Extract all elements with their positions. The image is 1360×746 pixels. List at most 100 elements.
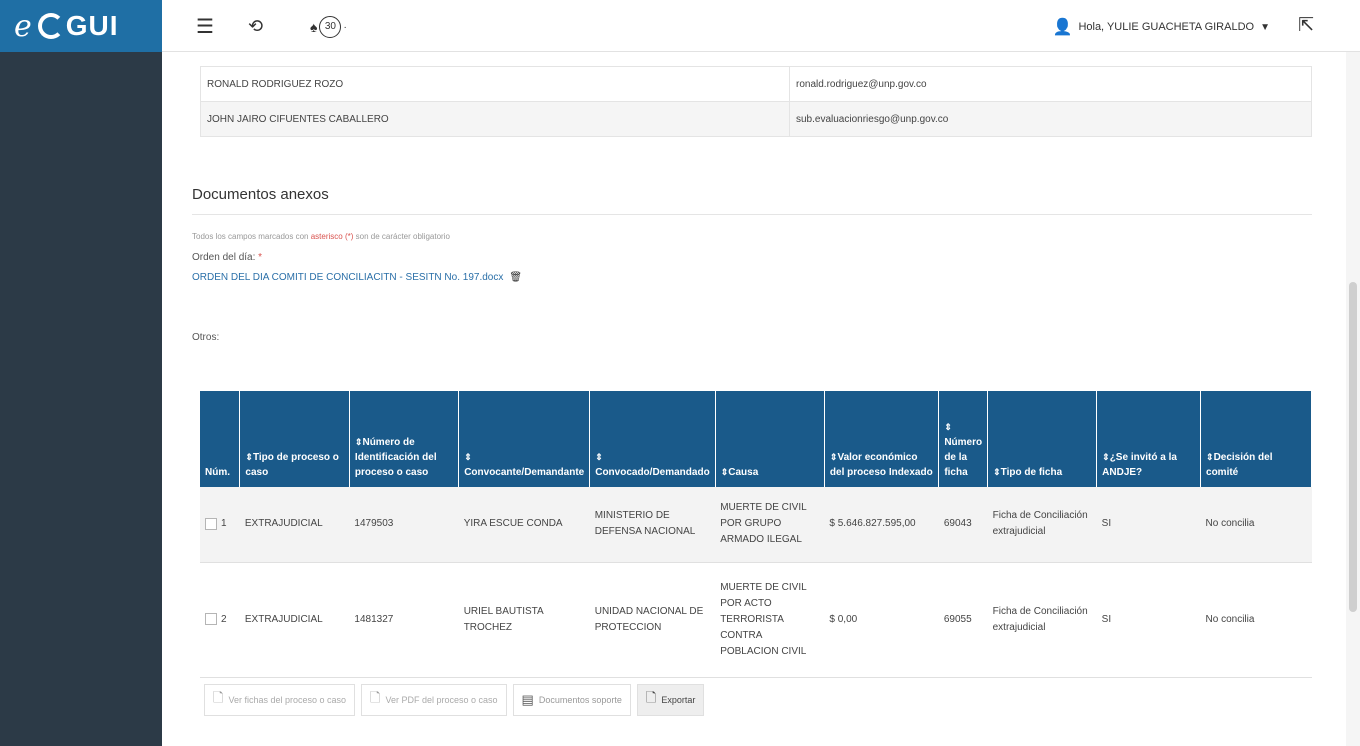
table-row[interactable]: 2 EXTRAJUDICIAL 1481327 URIEL BAUTISTA T…	[200, 562, 1312, 678]
cell-convocado: UNIDAD NACIONAL DE PROTECCION	[589, 562, 716, 678]
otros-label: Otros:	[192, 332, 220, 343]
sort-icon: ⇕	[595, 452, 603, 462]
cell-tipo-ficha: Ficha de Conciliación extrajudicial	[987, 562, 1097, 678]
header-label: ¿Se invitó a la ANDJE?	[1102, 452, 1177, 478]
refresh-icon[interactable]: ⟲	[248, 16, 263, 37]
cell-tipo: EXTRAJUDICIAL	[239, 562, 350, 678]
cell-tipo-ficha: Ficha de Conciliación extrajudicial	[987, 487, 1097, 563]
table-row: JOHN JAIRO CIFUENTES CABALLERO sub.evalu…	[200, 101, 1312, 137]
external-link-icon[interactable]: ⇱	[1298, 14, 1314, 37]
contact-email: sub.evaluacionriesgo@unp.gov.co	[789, 101, 1312, 137]
trash-icon[interactable]: 🗑	[509, 272, 522, 283]
chevron-down-icon: ·	[343, 21, 347, 33]
column-header-causa[interactable]: ⇕Causa	[715, 391, 825, 487]
user-menu[interactable]: 👤 Hola, YULIE GUACHETA GIRALDO ▼	[1053, 17, 1270, 37]
logo-prefix: e	[14, 8, 32, 44]
pdf-icon: 🗋	[370, 690, 381, 705]
logo-ring-icon	[37, 13, 64, 39]
label-text: Orden del día:	[192, 252, 256, 263]
contact-name: JOHN JAIRO CIFUENTES CABALLERO	[200, 101, 790, 137]
bell-icon: ♠	[310, 19, 318, 35]
cell-causa: MUERTE DE CIVIL POR GRUPO ARMADO ILEGAL	[715, 487, 825, 563]
column-header-tipo-ficha[interactable]: ⇕Tipo de ficha	[987, 391, 1098, 487]
table-row[interactable]: 1 EXTRAJUDICIAL 1479503 YIRA ESCUE CONDA…	[200, 487, 1312, 563]
section-title: Documentos anexos	[192, 186, 329, 203]
column-header-num: Núm.	[200, 391, 241, 487]
logo-name: GUI	[65, 10, 119, 41]
document-icon: 🗋	[213, 690, 224, 705]
scrollbar-thumb[interactable]	[1349, 282, 1357, 612]
row-num-cell: 1	[200, 487, 240, 563]
top-bar: ☰ ⟲ ♠ 30 · 👤 Hola, YULIE GUACHETA GIRALD…	[162, 0, 1360, 52]
column-header-valor[interactable]: ⇕Valor económico del proceso Indexado	[824, 391, 940, 487]
hamburger-menu-icon[interactable]: ☰	[196, 14, 214, 39]
button-label: Ver PDF del proceso o caso	[385, 695, 498, 705]
orden-del-dia-file: ORDEN DEL DIA COMITI DE CONCILIACITN - S…	[192, 272, 522, 283]
orden-del-dia-label: Orden del día: *	[192, 252, 262, 263]
button-label: Ver fichas del proceso o caso	[228, 695, 347, 705]
column-header-convocado[interactable]: ⇕ Convocado/Demandado	[589, 391, 716, 487]
column-header-numero-id[interactable]: ⇕Número de Identificación del proceso o …	[349, 391, 460, 487]
note-asterisk: asterisco (*)	[310, 232, 354, 241]
cell-convocante: YIRA ESCUE CONDA	[458, 487, 590, 563]
cell-ficha: 69055	[938, 562, 988, 678]
contact-name: RONALD RODRIGUEZ ROZO	[200, 66, 790, 102]
header-label: Tipo de ficha	[1000, 467, 1063, 478]
ver-pdf-button[interactable]: 🗋 Ver PDF del proceso o caso	[361, 684, 507, 716]
documentos-soporte-button[interactable]: ▤ Documentos soporte	[512, 684, 631, 716]
row-num: 2	[221, 613, 227, 625]
sort-icon: ⇕	[245, 452, 253, 462]
column-header-ficha[interactable]: ⇕ Número de la ficha	[938, 391, 989, 487]
ver-fichas-button[interactable]: 🗋 Ver fichas del proceso o caso	[204, 684, 356, 716]
cell-convocante: URIEL BAUTISTA TROCHEZ	[458, 562, 590, 678]
header-label: Convocado/Demandado	[595, 467, 710, 478]
required-marker: *	[258, 252, 263, 263]
file-icon: ▤	[521, 692, 534, 707]
cell-convocado: MINISTERIO DE DEFENSA NACIONAL	[589, 487, 716, 563]
cell-decision: No concilia	[1200, 487, 1312, 563]
table-row: RONALD RODRIGUEZ ROZO ronald.rodriguez@u…	[200, 66, 1312, 102]
user-greeting: Hola, YULIE GUACHETA GIRALDO	[1078, 21, 1255, 33]
cell-ficha: 69043	[938, 487, 988, 563]
notifications-button[interactable]: ♠ 30 ·	[310, 16, 347, 38]
cell-valor: $ 5.646.827.595,00	[824, 487, 939, 563]
header-label: Tipo de proceso o caso	[245, 452, 339, 478]
row-checkbox[interactable]	[205, 612, 217, 625]
cell-numero-id: 1479503	[349, 487, 459, 563]
vertical-scrollbar[interactable]	[1346, 52, 1360, 746]
sort-icon: ⇕	[1102, 452, 1110, 462]
cell-decision: No concilia	[1200, 562, 1312, 678]
sort-icon: ⇕	[1206, 452, 1214, 462]
row-num-cell: 2	[200, 562, 240, 678]
exportar-button[interactable]: 🗋 Exportar	[636, 684, 705, 716]
header-label: Número de la ficha	[944, 437, 983, 478]
column-header-convocante[interactable]: ⇕ Convocante/Demandante	[458, 391, 591, 487]
row-num: 1	[221, 518, 227, 530]
sort-icon: ⇕	[993, 467, 1001, 477]
column-header-decision[interactable]: ⇕Decisión del comité	[1200, 391, 1312, 487]
column-header-tipo[interactable]: ⇕Tipo de proceso o caso	[239, 391, 350, 487]
header-label: Decisión del comité	[1206, 452, 1273, 478]
export-icon: 🗋	[645, 690, 657, 705]
app-logo[interactable]: e GUI	[0, 0, 162, 52]
button-label: Exportar	[661, 695, 696, 705]
cell-valor: $ 0,00	[824, 562, 939, 678]
required-fields-note: Todos los campos marcados con asterisco …	[192, 232, 450, 241]
note-text-end: son de carácter obligatorio	[353, 232, 450, 241]
contact-email: ronald.rodriguez@unp.gov.co	[789, 66, 1312, 102]
cell-tipo: EXTRAJUDICIAL	[239, 487, 350, 563]
note-text: Todos los campos marcados con	[192, 232, 311, 241]
header-label: Convocante/Demandante	[464, 467, 585, 478]
sort-icon: ⇕	[464, 452, 472, 462]
divider	[192, 214, 1312, 215]
cell-andje: SI	[1096, 487, 1201, 563]
user-icon: 👤	[1052, 19, 1073, 36]
column-header-andje[interactable]: ⇕¿Se invitó a la ANDJE?	[1096, 391, 1202, 487]
header-label: Número de Identificación del proceso o c…	[354, 437, 437, 478]
sidebar: e GUI	[0, 0, 162, 746]
table-actions: 🗋 Ver fichas del proceso o caso 🗋 Ver PD…	[204, 684, 705, 716]
row-checkbox[interactable]	[205, 517, 217, 530]
main-content: RONALD RODRIGUEZ ROZO ronald.rodriguez@u…	[162, 52, 1346, 746]
notification-count-badge: 30	[319, 16, 342, 38]
file-link[interactable]: ORDEN DEL DIA COMITI DE CONCILIACITN - S…	[192, 272, 503, 283]
